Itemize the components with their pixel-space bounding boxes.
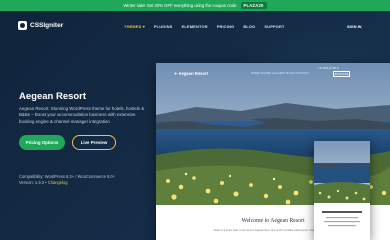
site-logo[interactable]: CSSIgniter bbox=[18, 21, 63, 30]
promo-code-badge: PLAZA20 bbox=[240, 2, 267, 9]
nav-links: THEMES ▾ PLUGINS ELEMENTOR PRICING BLOG … bbox=[124, 24, 285, 29]
promo-text: Winter sale! Get 20% OFF everything usin… bbox=[123, 3, 238, 8]
preview-contact-info: +30 2289 00 000 ✉ bbox=[318, 67, 339, 70]
nav-item-pricing[interactable]: PRICING bbox=[217, 24, 235, 29]
nav-item-themes[interactable]: THEMES ▾ bbox=[124, 24, 145, 29]
nav-item-plugins[interactable]: PLUGINS bbox=[154, 24, 173, 29]
live-preview-button[interactable]: Live Preview bbox=[72, 135, 116, 150]
theme-preview-mobile[interactable] bbox=[314, 141, 370, 240]
main-nav: CSSIgniter THEMES ▾ PLUGINS ELEMENTOR PR… bbox=[0, 11, 390, 41]
pricing-options-button[interactable]: Pricing Options bbox=[19, 135, 65, 150]
preview-book-button: BOOK NOW bbox=[333, 71, 350, 77]
nav-item-blog[interactable]: BLOG bbox=[243, 24, 255, 29]
version-line: Version: 1.9.3 • Changelog bbox=[19, 180, 115, 186]
compatibility-info: Compatibility: WordPress 6.3+ / WooComme… bbox=[19, 174, 115, 186]
product-title: Aegean Resort bbox=[19, 91, 87, 102]
preview-logo: ✦ Aegean Resort bbox=[174, 71, 209, 76]
preview-nav-links: HOME ROOMS GALLERY BLOG CONTACT bbox=[251, 72, 310, 75]
version-text: Version: 1.9.3 • bbox=[19, 180, 48, 186]
logo-mark-icon bbox=[18, 21, 27, 30]
changelog-link[interactable]: Changelog bbox=[48, 180, 68, 185]
nav-item-elementor[interactable]: ELEMENTOR bbox=[182, 24, 208, 29]
sign-in-link[interactable]: SIGN IN bbox=[347, 24, 361, 29]
nav-item-support[interactable]: SUPPORT bbox=[264, 24, 284, 29]
logo-text: CSSIgniter bbox=[30, 22, 64, 29]
mobile-landscape-illustration bbox=[314, 141, 370, 240]
promo-bar[interactable]: Winter sale! Get 20% OFF everything usin… bbox=[0, 0, 390, 11]
hero-section: CSSIgniter THEMES ▾ PLUGINS ELEMENTOR PR… bbox=[0, 11, 390, 240]
preview-header: ✦ Aegean Resort HOME ROOMS GALLERY BLOG … bbox=[156, 63, 390, 85]
product-description: Aegean Resort: Stunning WordPress theme … bbox=[19, 106, 145, 124]
